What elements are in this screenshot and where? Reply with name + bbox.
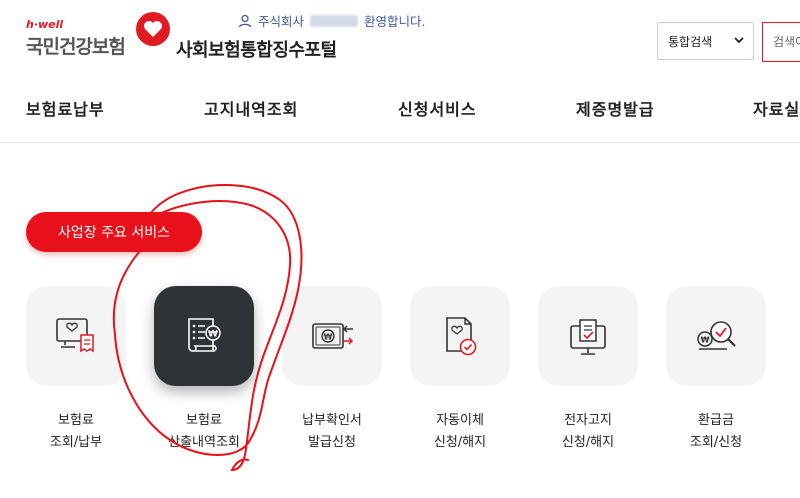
service-label: 자동이체 신청/해지 bbox=[390, 410, 530, 454]
heart-icon bbox=[136, 12, 170, 46]
site-title[interactable]: 사회보험통합징수포털 bbox=[176, 36, 337, 62]
nav-item-library[interactable]: 자료실 bbox=[753, 96, 800, 120]
main-nav: 보험료납부 고지내역조회 신청서비스 제증명발급 자료실 bbox=[0, 80, 800, 143]
service-label-line2: 산출내역조회 bbox=[168, 435, 240, 450]
service-tile[interactable]: ₩ bbox=[666, 286, 766, 386]
service-tile-active[interactable]: ₩ bbox=[154, 286, 254, 386]
search-input[interactable]: 검색어 bbox=[762, 22, 800, 62]
search-scope-value: 통합검색 bbox=[668, 34, 713, 49]
logo-text: 국민건강보험 bbox=[26, 36, 126, 58]
service-label-line2: 조회/납부 bbox=[49, 435, 103, 450]
service-label-line1: 보험료 bbox=[58, 413, 94, 428]
monitor-document-icon bbox=[570, 319, 606, 355]
service-label: 보험료 산출내역조회 bbox=[134, 410, 274, 454]
search-scope-select[interactable]: 통합검색 bbox=[657, 22, 754, 60]
document-won-icon: ₩ bbox=[188, 318, 221, 352]
service-tile[interactable]: ₩ bbox=[282, 286, 382, 386]
service-label-line2: 발급신청 bbox=[308, 435, 356, 450]
logo-tagline: h·well bbox=[26, 18, 64, 31]
nav-item-payment[interactable]: 보험료납부 bbox=[26, 96, 105, 120]
service-premium-payment[interactable]: 보험료 조회/납부 bbox=[26, 286, 126, 454]
service-label-line2: 신청/해지 bbox=[561, 435, 615, 450]
service-refund[interactable]: ₩ 환급금 조회/신청 bbox=[666, 286, 766, 454]
svg-text:₩: ₩ bbox=[208, 330, 218, 340]
service-label: 환급금 조회/신청 bbox=[646, 410, 786, 454]
card-won-arrow-icon: ₩ bbox=[312, 323, 354, 349]
service-label: 전자고지 신청/해지 bbox=[518, 410, 658, 454]
svg-text:₩: ₩ bbox=[324, 333, 333, 342]
service-tile[interactable] bbox=[26, 286, 126, 386]
nhis-logo[interactable]: h·well 국민건강보험 bbox=[26, 12, 176, 66]
nav-item-application[interactable]: 신청서비스 bbox=[398, 96, 477, 120]
service-payment-confirmation[interactable]: ₩ 납부확인서 발급신청 bbox=[282, 286, 382, 454]
service-label-line1: 환급금 bbox=[698, 413, 734, 428]
section-pill[interactable]: 사업장 주요 서비스 bbox=[26, 212, 202, 252]
welcome-message: 주식회사 환영합니다. bbox=[238, 11, 426, 30]
service-label-line2: 신청/해지 bbox=[433, 435, 487, 450]
coin-search-check-icon: ₩ bbox=[697, 321, 736, 350]
service-label-line1: 보험료 bbox=[186, 413, 222, 428]
service-tile[interactable] bbox=[410, 286, 510, 386]
service-label-line1: 전자고지 bbox=[564, 413, 612, 428]
monitor-receipt-icon bbox=[56, 318, 94, 353]
chevron-down-icon bbox=[734, 37, 744, 44]
redacted-company-name bbox=[310, 14, 359, 27]
document-check-icon bbox=[446, 317, 477, 356]
service-label-line2: 조회/신청 bbox=[689, 435, 743, 450]
user-icon bbox=[238, 14, 252, 27]
nav-item-certificate[interactable]: 제증명발급 bbox=[576, 96, 655, 120]
welcome-prefix: 주식회사 bbox=[258, 14, 305, 29]
service-label: 보험료 조회/납부 bbox=[6, 410, 146, 454]
nav-item-notice[interactable]: 고지내역조회 bbox=[204, 96, 298, 120]
service-label: 납부확인서 발급신청 bbox=[262, 410, 402, 454]
service-tile[interactable] bbox=[538, 286, 638, 386]
svg-text:₩: ₩ bbox=[701, 336, 710, 345]
service-premium-calculation[interactable]: ₩ 보험료 산출내역조회 bbox=[154, 286, 254, 454]
service-auto-transfer[interactable]: 자동이체 신청/해지 bbox=[410, 286, 510, 454]
header: h·well 국민건강보험 사회보험통합징수포털 주식회사 환영합니다. 통합검… bbox=[0, 0, 800, 80]
welcome-suffix: 환영합니다. bbox=[364, 14, 426, 29]
service-label-line1: 납부확인서 bbox=[302, 413, 362, 428]
service-label-line1: 자동이체 bbox=[436, 413, 484, 428]
service-e-notice[interactable]: 전자고지 신청/해지 bbox=[538, 286, 638, 454]
